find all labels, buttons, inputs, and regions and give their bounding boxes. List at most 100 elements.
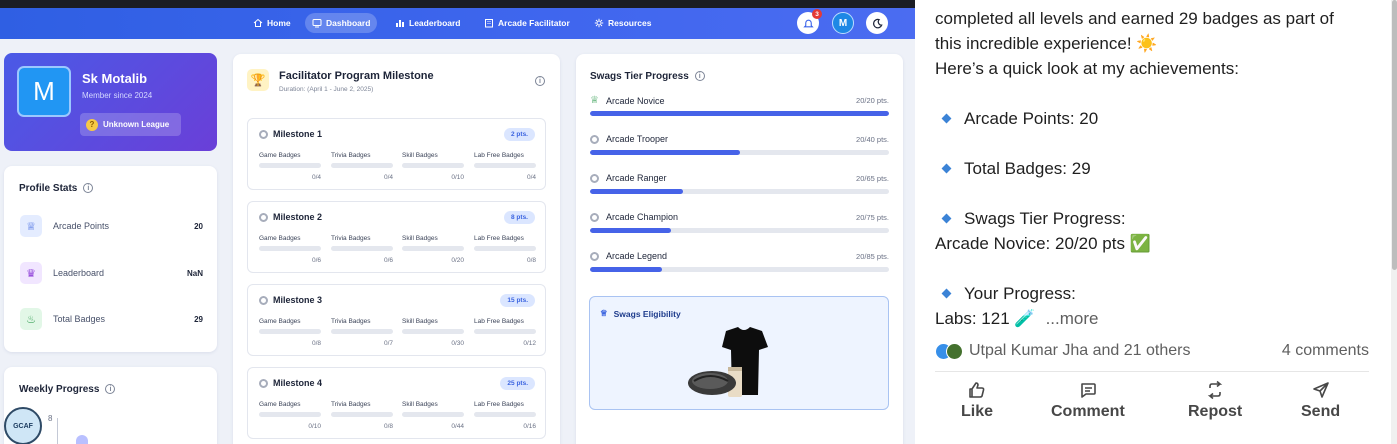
tier-points: 20/65 pts. (856, 174, 889, 183)
badge-count: 0/8 (383, 423, 393, 430)
post-divider (935, 371, 1369, 372)
info-icon[interactable]: i (694, 71, 705, 82)
comment-icon (1081, 383, 1096, 398)
scrollbar-thumb[interactable] (1392, 0, 1397, 270)
badge-type-label: Game Badges (259, 318, 301, 325)
post-bullet-text: Your Progress: (964, 284, 1076, 303)
info-icon[interactable]: i (535, 76, 545, 86)
comment-button[interactable]: Comment (1051, 380, 1125, 421)
milestone-badge-column: Skill Badges 0/10 (402, 152, 464, 181)
send-button[interactable]: Send (1301, 380, 1340, 421)
nav-resources-label: Resources (608, 18, 652, 28)
stat-row-total-badges: ♨ Total Badges 29 (20, 303, 203, 335)
stat-row-leaderboard: ♛ Leaderboard NaN (20, 257, 203, 289)
badge-count: 0/20 (451, 257, 464, 264)
weekly-axis-line (57, 418, 58, 444)
linkedin-post-pane: completed all levels and earned 29 badge… (915, 0, 1397, 444)
post-bullet: Arcade Points: 20 (935, 108, 1098, 130)
tier-progress-fill (590, 267, 662, 272)
milestone-badge-column: Lab Free Badges 0/12 (474, 318, 536, 347)
nav-home[interactable]: Home (246, 13, 298, 33)
info-icon[interactable]: i (105, 384, 116, 395)
like-button[interactable]: Like (961, 380, 993, 421)
comment-label: Comment (1051, 403, 1125, 420)
nav-leaderboard-label: Leaderboard (409, 18, 461, 28)
badge-count: 0/30 (451, 340, 464, 347)
badge-progress-bar (402, 163, 464, 168)
nav-dashboard-label: Dashboard (326, 18, 371, 28)
badge-count: 0/7 (383, 340, 393, 347)
profile-stats-card: Profile Stats i ♕ Arcade Points 20 ♛ Lead… (4, 166, 217, 352)
badge-progress-bar (331, 246, 393, 251)
thumbs-up-icon (969, 382, 985, 398)
tier-progress-track (590, 189, 889, 194)
nav-leaderboard[interactable]: Leaderboard (388, 13, 468, 33)
tier-progress-track (590, 228, 889, 233)
diamond-icon (941, 163, 952, 174)
info-icon[interactable]: i (83, 183, 94, 194)
milestone-title: Facilitator Program Milestone (279, 70, 434, 82)
post-bullet: Total Badges: 29 (935, 158, 1091, 180)
trophy-icon: ♕ (600, 308, 608, 318)
milestone-box: Milestone 3 15 pts. Game Badges 0/8 Trivia B… (247, 284, 546, 356)
repost-label: Repost (1188, 403, 1243, 420)
swag-merch-image (688, 327, 768, 397)
badge-type-label: Trivia Badges (331, 235, 371, 242)
badge-count: 0/4 (311, 174, 321, 181)
diamond-icon (941, 113, 952, 124)
badge-type-label: Skill Badges (402, 235, 438, 242)
post-text-line: this incredible experience! ☀️ (935, 34, 1158, 53)
floating-avatar-logo[interactable]: GCAF (4, 407, 42, 444)
tier-points: 20/40 pts. (856, 135, 889, 144)
milestone-badge-column: Trivia Badges 0/8 (331, 401, 393, 430)
swags-tier-card: Swags Tier Progress i ♕ Arcade Novice 20/20… (576, 54, 903, 444)
nav-arcade-facilitator[interactable]: Arcade Facilitator (477, 13, 577, 33)
badge-progress-bar (474, 246, 536, 251)
milestone-card: 🏆 Facilitator Program Milestone Duration… (233, 54, 560, 444)
comments-count-link[interactable]: 4 comments (1282, 340, 1369, 362)
badge-progress-bar (402, 412, 464, 417)
badge-count: 0/10 (308, 423, 321, 430)
post-tier-line: Arcade Novice: 20/20 pts ✅ (935, 234, 1151, 253)
badge-count: 0/12 (523, 340, 536, 347)
trophy-icon: ♕ (590, 95, 599, 106)
status-ring-icon (259, 295, 268, 305)
milestone-badge-column: Skill Badges 0/30 (402, 318, 464, 347)
theme-toggle-button[interactable] (866, 12, 888, 34)
send-icon (1312, 382, 1329, 398)
swags-eligibility-label: Swags Eligibility (613, 308, 681, 319)
reactions-text: Utpal Kumar Jha and 21 others (969, 342, 1191, 359)
tier-row: Arcade Ranger 20/65 pts. (590, 173, 889, 203)
post-text-line: completed all levels and earned 29 badge… (935, 9, 1334, 28)
milestone-badge-column: Game Badges 0/6 (259, 235, 321, 264)
tier-progress-fill (590, 150, 740, 155)
user-avatar-button[interactable]: M (832, 12, 854, 34)
milestone-badge-column: Trivia Badges 0/4 (331, 152, 393, 181)
status-ring-icon (259, 129, 268, 139)
league-label: Unknown League (103, 120, 170, 129)
nav-resources[interactable]: Resources (587, 13, 658, 33)
repost-button[interactable]: Repost (1188, 380, 1242, 421)
milestone-name-text: Milestone 3 (273, 295, 323, 305)
tier-row: Arcade Trooper 20/40 pts. (590, 134, 889, 164)
badge-type-label: Trivia Badges (331, 401, 371, 408)
tier-name: Arcade Legend (590, 251, 667, 261)
badge-type-label: Skill Badges (402, 401, 438, 408)
reactions-summary[interactable]: Utpal Kumar Jha and 21 others (935, 340, 1190, 362)
moon-icon (872, 18, 883, 28)
badge-count: 0/6 (311, 257, 321, 264)
post-bullet: Swags Tier Progress: (935, 208, 1126, 230)
badge-type-label: Game Badges (259, 235, 301, 242)
milestone-badge-column: Lab Free Badges 0/16 (474, 401, 536, 430)
top-navigation-bar: Home Dashboard Leaderboard Arcade Facili… (0, 8, 915, 39)
profile-stats-title-text: Profile Stats (19, 183, 78, 194)
weekly-chart-area (76, 435, 88, 444)
tier-name-text: Arcade Trooper (606, 134, 669, 144)
see-more-link[interactable]: ...more (1046, 309, 1099, 328)
profile-name: Sk Motalib (82, 71, 148, 86)
stat-label: Leaderboard (53, 268, 105, 278)
badge-type-label: Lab Free Badges (474, 235, 524, 242)
tier-name: Arcade Champion (590, 212, 678, 222)
tier-progress-track (590, 150, 889, 155)
nav-dashboard[interactable]: Dashboard (305, 13, 378, 33)
